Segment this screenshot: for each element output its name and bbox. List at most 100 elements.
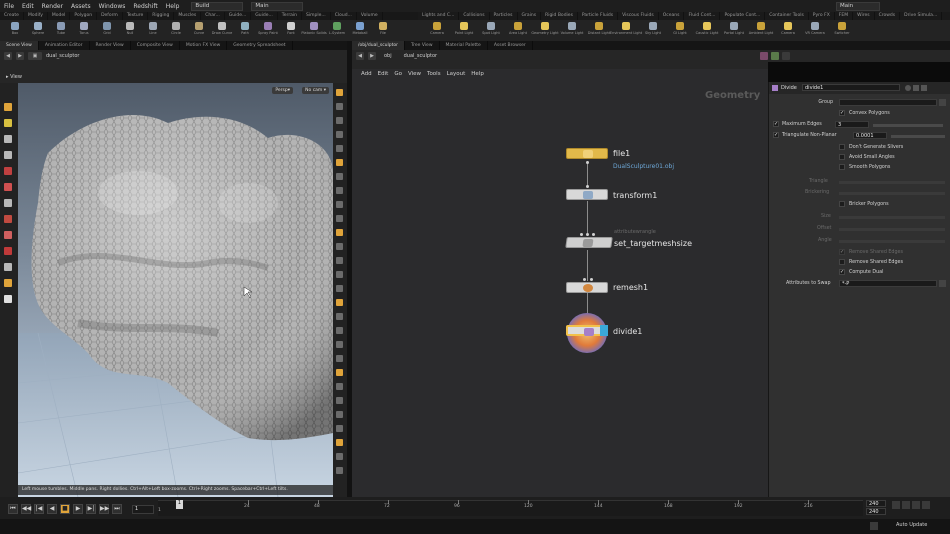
display-option-icon[interactable] <box>336 383 343 390</box>
frame-marker[interactable]: 1 <box>176 500 183 509</box>
shelf-tab[interactable]: Deform <box>97 12 123 20</box>
net-menu-edit[interactable]: Edit <box>375 71 392 77</box>
step-back-icon[interactable]: ◀◀ <box>21 504 31 514</box>
template-flag-icon[interactable] <box>771 52 779 60</box>
current-frame-field[interactable]: 1 <box>132 505 154 514</box>
display-option-icon[interactable] <box>336 327 343 334</box>
shelf-tool[interactable]: Circle <box>165 21 187 40</box>
layout-icon[interactable] <box>782 52 790 60</box>
menu-redshift[interactable]: Redshift <box>129 3 161 10</box>
magnet-icon[interactable] <box>4 247 12 255</box>
maximum-edges-field[interactable]: 3 <box>835 121 869 128</box>
end-frame-field[interactable]: 240 <box>866 500 886 507</box>
display-option-icon[interactable] <box>336 187 343 194</box>
display-option-icon[interactable] <box>336 159 343 166</box>
angle-slider[interactable] <box>839 240 945 243</box>
node-input-dot[interactable] <box>592 233 595 236</box>
shelf-tab[interactable]: Grains <box>518 12 542 20</box>
display-option-icon[interactable] <box>336 201 343 208</box>
compute-dual-checkbox[interactable]: ✓ <box>839 269 845 275</box>
shelf-tab[interactable]: Lights and C... <box>418 12 460 20</box>
node-remesh1[interactable] <box>566 282 608 293</box>
shelf-tool[interactable]: Sky Light <box>642 21 664 40</box>
scene-viewport[interactable]: Persp▾ No cam ▾ <box>18 83 333 497</box>
pose-icon[interactable] <box>4 215 12 223</box>
offset-slider[interactable] <box>839 228 945 231</box>
shelf-tool[interactable]: Draw Curve <box>211 21 233 40</box>
triangulate-slider[interactable] <box>891 135 945 138</box>
menu-assets[interactable]: Assets <box>67 3 95 10</box>
shelf-tool[interactable]: Spray Paint <box>257 21 279 40</box>
auto-update-label[interactable]: Auto Update <box>896 522 927 528</box>
node-input-dot[interactable] <box>586 233 589 236</box>
shelf-tool[interactable]: Switcher <box>831 21 853 40</box>
paint-icon[interactable] <box>4 263 12 271</box>
display-option-icon[interactable] <box>336 355 343 362</box>
shelf-tab[interactable]: Wires <box>853 12 875 20</box>
persp-button[interactable]: Persp▾ <box>272 87 293 94</box>
lock-icon[interactable] <box>902 501 910 509</box>
shelf-tab[interactable]: Crowds <box>875 12 901 20</box>
shelf-tool[interactable]: Grid <box>96 21 118 40</box>
desktop-select[interactable]: Build <box>191 1 244 11</box>
stop-icon[interactable]: ■ <box>60 504 70 514</box>
shelf-tab[interactable]: Particle Fluids <box>578 12 619 20</box>
network-editor[interactable] <box>352 78 768 497</box>
triangle-slider[interactable] <box>839 181 945 184</box>
display-option-icon[interactable] <box>336 257 343 264</box>
node-input-dot[interactable] <box>586 185 589 188</box>
menu-file[interactable]: File <box>0 3 18 10</box>
bricker-polygons-checkbox[interactable] <box>839 201 845 207</box>
display-option-icon[interactable] <box>336 285 343 292</box>
display-option-icon[interactable] <box>336 89 343 96</box>
node-set-targetmeshsize[interactable] <box>565 237 613 248</box>
net-menu-add[interactable]: Add <box>358 71 375 77</box>
remove-shared-edges-checkbox[interactable] <box>839 259 845 265</box>
convex-polygons-checkbox[interactable]: ✓ <box>839 110 845 116</box>
shelf-tool[interactable]: Spot Light <box>480 21 502 40</box>
group-field[interactable] <box>839 99 937 106</box>
display-option-icon[interactable] <box>336 117 343 124</box>
display-option-icon[interactable] <box>336 131 343 138</box>
display-flag-icon[interactable] <box>600 325 608 336</box>
shelf-tab[interactable]: Char... <box>201 12 225 20</box>
shelf-tool[interactable]: Camera <box>777 21 799 40</box>
shelf-tab[interactable]: Fluid Cont... <box>684 12 721 20</box>
scale-icon[interactable] <box>4 151 12 159</box>
triangulate-toggle[interactable]: ✓ <box>773 132 779 138</box>
display-option-icon[interactable] <box>336 173 343 180</box>
display-option-icon[interactable] <box>336 341 343 348</box>
remove-shared-dim-checkbox[interactable]: ✓ <box>839 249 845 255</box>
camera-button[interactable]: No cam ▾ <box>302 87 329 94</box>
shelf-tab[interactable]: Guide... <box>225 12 252 20</box>
sculpt-icon[interactable] <box>4 279 12 287</box>
shelf-tool[interactable]: Distant Light <box>588 21 610 40</box>
shelf-tab[interactable]: Terrain <box>278 12 303 20</box>
shelf-tab[interactable]: Particles <box>490 12 518 20</box>
node-input-dot[interactable] <box>590 278 593 281</box>
transform-handle-icon[interactable] <box>4 119 12 127</box>
perf-icon[interactable] <box>870 522 878 530</box>
node-input-dot[interactable] <box>583 278 586 281</box>
net-menu-tools[interactable]: Tools <box>424 71 444 77</box>
pane-tab[interactable]: Tree View <box>405 41 440 50</box>
pane-tab[interactable]: Motion FX View <box>180 41 228 50</box>
back-icon[interactable]: ◀ <box>356 52 364 60</box>
shelf-tool[interactable]: L-System <box>326 21 348 40</box>
shelf-tab[interactable]: Rigging <box>148 12 175 20</box>
pane-tab[interactable]: Asset Browser <box>488 41 533 50</box>
display-option-icon[interactable] <box>336 229 343 236</box>
pane-tab[interactable]: Animation Editor <box>39 41 90 50</box>
settings-icon[interactable] <box>912 501 920 509</box>
shelf-tool[interactable]: Sphere <box>27 21 49 40</box>
smooth-polygons-checkbox[interactable] <box>839 164 845 170</box>
size-slider[interactable] <box>839 216 945 219</box>
display-option-icon[interactable] <box>336 145 343 152</box>
shelf-tab[interactable]: FEM <box>835 12 854 20</box>
attributes-to-swap-field[interactable]: *-P <box>839 280 937 287</box>
shelf-tool[interactable]: Ambient Light <box>749 21 773 40</box>
shelf-tool[interactable]: Curve <box>188 21 210 40</box>
display-option-icon[interactable] <box>336 103 343 110</box>
display-option-icon[interactable] <box>336 439 343 446</box>
play-reverse-icon[interactable]: ◀ <box>47 504 57 514</box>
